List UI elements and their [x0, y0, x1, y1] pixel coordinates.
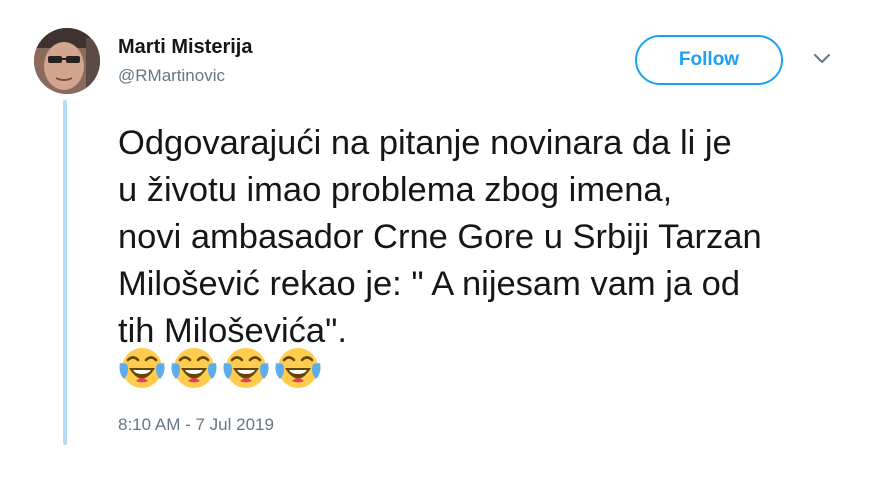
tweet-timestamp[interactable]: 8:10 AM - 7 Jul 2019: [118, 415, 274, 435]
face-with-tears-of-joy-icon: [274, 343, 322, 391]
avatar[interactable]: [34, 28, 100, 94]
author-handle[interactable]: @RMartinovic: [118, 66, 225, 86]
face-with-tears-of-joy-icon: [222, 343, 270, 391]
tweet-text-line: Odgovarajući na pitanje novinara da li j…: [118, 124, 732, 162]
tweet-text: Odgovarajući na pitanje novinara da li j…: [118, 120, 848, 355]
face-with-tears-of-joy-icon: [170, 343, 218, 391]
tweet-text-line: Milošević rekao je: " A nijesam vam ja o…: [118, 265, 741, 303]
tweet-text-line: novi ambasador Crne Gore u Srbiji Tarzan: [118, 218, 762, 256]
thread-line: [63, 100, 67, 445]
face-with-tears-of-joy-icon: [118, 343, 166, 391]
follow-button[interactable]: Follow: [635, 35, 783, 85]
profile-photo-icon: [34, 28, 100, 94]
tweet-text-line: u životu imao problema zbog imena,: [118, 171, 673, 209]
author-display-name[interactable]: Marti Misterija: [118, 36, 252, 59]
chevron-down-icon[interactable]: [812, 52, 832, 66]
emoji-row: [118, 343, 322, 391]
